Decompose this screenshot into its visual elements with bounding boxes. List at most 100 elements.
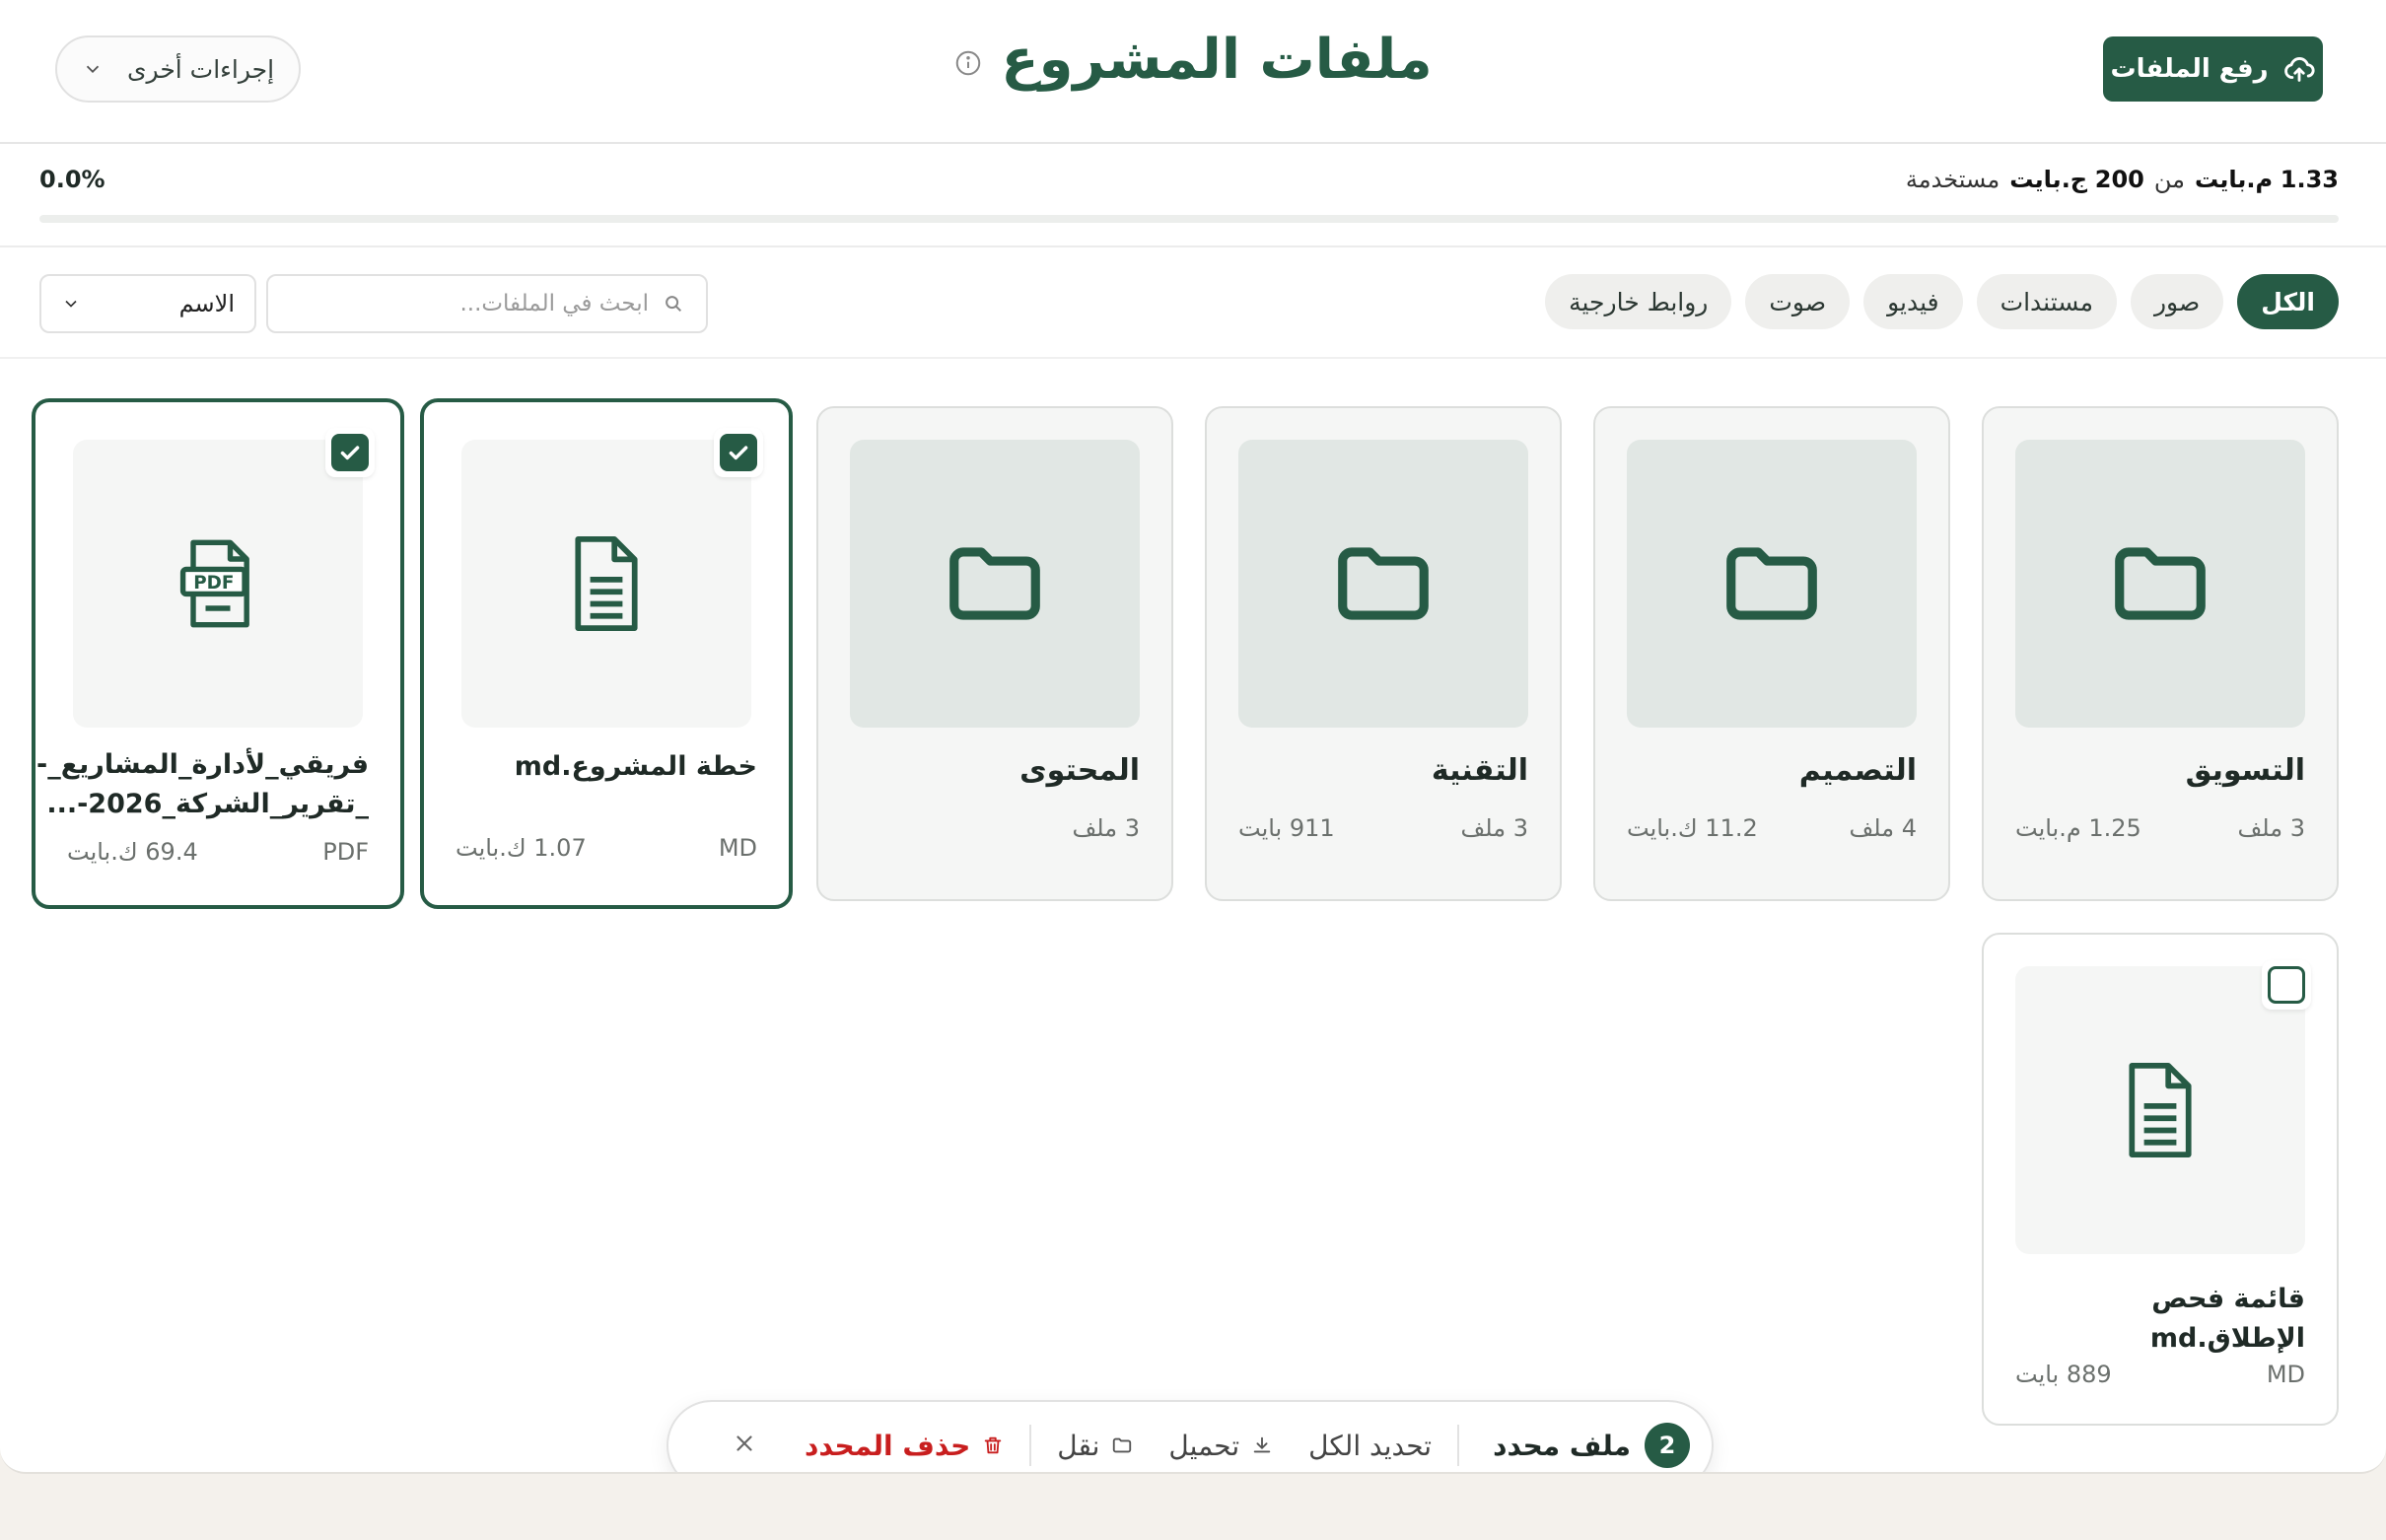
more-actions-label: إجراءات أخرى xyxy=(126,54,275,84)
sort-selected-label: الاسم xyxy=(178,290,235,317)
folder-file-count: 3 ملف xyxy=(1072,814,1140,842)
file-name: قائمة فحص الإطلاق.md xyxy=(2149,1284,2305,1354)
folder-icon xyxy=(949,547,1040,620)
page-title-group: ملفات المشروع xyxy=(0,28,2386,92)
move-button[interactable]: نقل xyxy=(1057,1430,1133,1462)
folder-thumbnail xyxy=(1238,440,1528,728)
filter-chips: الكل صور مستندات فيديو صوت روابط خارجية xyxy=(1545,274,2339,329)
file-thumbnail xyxy=(2015,966,2305,1254)
folder-thumbnail xyxy=(1627,440,1917,728)
check-icon xyxy=(340,446,360,460)
storage-progress-bar xyxy=(39,215,2339,223)
pdf-icon-text: PDF xyxy=(193,573,234,594)
filter-chip-audio[interactable]: صوت xyxy=(1745,274,1851,329)
folder-name: المحتوى xyxy=(1019,753,1140,788)
storage-of: من xyxy=(2153,166,2185,193)
checkbox-checked xyxy=(720,434,757,471)
storage-usage: 1.33 م.بايت من 200 ج.بايت مستخدمة 0.0% xyxy=(0,144,2386,247)
filter-chip-video[interactable]: فيديو xyxy=(1863,274,1963,329)
pdf-file-icon: PDF xyxy=(179,539,249,628)
document-icon xyxy=(2129,1063,2192,1157)
chevron-down-icon xyxy=(86,65,100,74)
storage-used-label: مستخدمة xyxy=(1905,166,2000,193)
file-thumbnail xyxy=(461,440,751,728)
file-card-company-report[interactable]: PDF فريقي_لأدارة_المشاريع_-_تقرير_الشركة… xyxy=(32,398,404,909)
info-icon[interactable] xyxy=(953,48,983,78)
file-thumbnail: PDF xyxy=(73,440,363,728)
file-size: 1.07 ك.بايت xyxy=(456,834,587,862)
header: رفع الملفات ملفات المشروع إجراءات أخرى xyxy=(0,0,2386,144)
folder-card-tech[interactable]: التقنية 3 ملف 911 بايت xyxy=(1205,406,1562,901)
move-label: نقل xyxy=(1057,1429,1100,1462)
folder-name: التسويق xyxy=(2185,753,2305,788)
select-all-label: تحديد الكل xyxy=(1308,1429,1433,1462)
download-label: تحميل xyxy=(1168,1429,1240,1462)
folder-name: التقنية xyxy=(1431,753,1528,788)
folder-icon xyxy=(1338,547,1429,620)
search-icon xyxy=(666,296,682,313)
sort-select[interactable]: الاسم xyxy=(39,274,256,333)
folder-file-count: 3 ملف xyxy=(2237,814,2305,842)
folder-thumbnail xyxy=(850,440,1140,728)
divider xyxy=(1029,1425,1032,1466)
storage-total-value: 200 xyxy=(2094,166,2144,193)
folder-meta: 4 ملف 11.2 ك.بايت xyxy=(1627,814,1917,842)
folder-icon xyxy=(2115,547,2206,620)
selected-count-badge: 2 xyxy=(1645,1423,1690,1468)
folder-meta: 3 ملف 1.25 م.بايت xyxy=(2015,814,2305,842)
more-actions-button[interactable]: إجراءات أخرى xyxy=(55,35,301,103)
divider xyxy=(1457,1425,1460,1466)
checkbox-unchecked xyxy=(2268,966,2305,1004)
file-card-launch-checklist[interactable]: قائمة فحص الإطلاق.md MD 889 بايت xyxy=(1982,933,2339,1426)
close-icon xyxy=(737,1435,752,1451)
file-type: MD xyxy=(718,834,757,862)
file-name: خطة المشروع.md xyxy=(514,751,757,782)
page-title: ملفات المشروع xyxy=(1001,28,1433,92)
delete-selected-label: حذف المحدد xyxy=(805,1429,971,1462)
search-box xyxy=(266,274,708,333)
trash-icon xyxy=(985,1436,1002,1454)
folder-size: 11.2 ك.بايت xyxy=(1627,814,1758,842)
file-checkbox[interactable] xyxy=(2262,960,2311,1010)
filter-chip-images[interactable]: صور xyxy=(2130,274,2224,329)
folder-card-design[interactable]: التصميم 4 ملف 11.2 ك.بايت xyxy=(1593,406,1950,901)
folder-thumbnail xyxy=(2015,440,2305,728)
storage-used-unit: م.بايت xyxy=(2194,166,2274,193)
file-card-project-plan[interactable]: خطة المشروع.md MD 1.07 ك.بايت xyxy=(420,398,793,909)
folder-meta: 3 ملف xyxy=(850,814,1140,842)
file-size: 889 بايت xyxy=(2015,1361,2112,1388)
checkbox-checked xyxy=(331,434,369,471)
folder-meta: 3 ملف 911 بايت xyxy=(1238,814,1528,842)
document-icon xyxy=(575,536,638,631)
close-selection-button[interactable] xyxy=(732,1431,757,1460)
delete-selected-button[interactable]: حذف المحدد xyxy=(805,1430,1004,1462)
app-window: رفع الملفات ملفات المشروع إجراءات أخرى 1… xyxy=(0,0,2386,1474)
folder-file-count: 4 ملف xyxy=(1849,814,1917,842)
file-meta: MD 1.07 ك.بايت xyxy=(456,834,757,862)
file-meta: MD 889 بايت xyxy=(2015,1361,2305,1388)
filter-chip-documents[interactable]: مستندات xyxy=(1976,274,2117,329)
download-button[interactable]: تحميل xyxy=(1168,1430,1273,1462)
folder-card-content[interactable]: المحتوى 3 ملف xyxy=(816,406,1173,901)
folder-card-marketing[interactable]: التسويق 3 ملف 1.25 م.بايت xyxy=(1982,406,2339,901)
file-checkbox[interactable] xyxy=(714,428,763,477)
file-meta: PDF 69.4 ك.بايت xyxy=(67,838,369,866)
folder-file-count: 3 ملف xyxy=(1460,814,1528,842)
chevron-down-icon xyxy=(65,300,77,308)
folder-size: 911 بايت xyxy=(1238,814,1335,842)
filter-chip-all[interactable]: الكل xyxy=(2237,274,2339,329)
select-all-button[interactable]: تحديد الكل xyxy=(1308,1430,1432,1462)
file-name: فريقي_لأدارة_المشاريع_-_تقرير_الشركة_202… xyxy=(36,749,369,819)
download-icon xyxy=(1253,1436,1271,1453)
file-type: PDF xyxy=(322,838,369,866)
storage-usage-text: 1.33 م.بايت من 200 ج.بايت مستخدمة xyxy=(1906,166,2339,193)
folder-icon xyxy=(1726,547,1817,620)
selected-count-label: ملف محدد xyxy=(1493,1429,1631,1462)
filter-bar: الكل صور مستندات فيديو صوت روابط خارجية … xyxy=(0,247,2386,359)
file-checkbox[interactable] xyxy=(325,428,375,477)
storage-used-value: 1.33 xyxy=(2280,166,2339,193)
file-size: 69.4 ك.بايت xyxy=(67,838,198,866)
search-input[interactable] xyxy=(294,291,649,316)
filter-chip-external-links[interactable]: روابط خارجية xyxy=(1545,274,1732,329)
storage-percent: 0.0% xyxy=(39,166,105,193)
